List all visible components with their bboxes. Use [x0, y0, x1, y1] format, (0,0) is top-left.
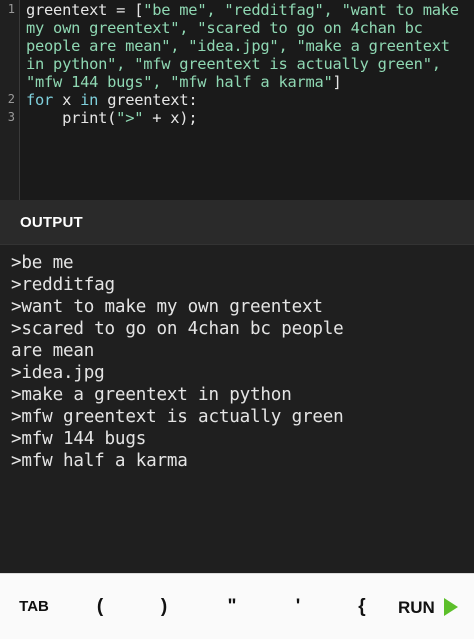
- code-line: for x in greentext:: [26, 91, 198, 109]
- output-line: >redditfag: [11, 275, 115, 295]
- play-icon: [444, 598, 458, 616]
- code-line: my own greentext", "scared to go on 4cha…: [26, 19, 423, 37]
- code-string: my own greentext", "scared to go on 4cha…: [26, 19, 423, 37]
- code-expression: + x);: [143, 109, 198, 127]
- code-string: ">": [116, 109, 144, 127]
- code-variable: greentext = [: [26, 1, 144, 19]
- output-line: >scared to go on 4chan bc people: [11, 319, 344, 339]
- double-quote-key-button[interactable]: ": [212, 574, 252, 639]
- output-line: >mfw half a karma: [11, 451, 188, 471]
- single-quote-key-button[interactable]: ': [278, 574, 318, 639]
- open-brace-key-button[interactable]: {: [342, 574, 382, 639]
- line-number: 2: [7, 92, 15, 106]
- output-line: >idea.jpg: [11, 363, 105, 383]
- code-identifier: greentext:: [98, 91, 198, 109]
- output-line: >mfw 144 bugs: [11, 429, 147, 449]
- output-line: >want to make my own greentext: [11, 297, 323, 317]
- open-paren-key-button[interactable]: (: [80, 574, 120, 639]
- code-function: print(: [26, 109, 117, 127]
- code-bracket: ]: [332, 73, 342, 91]
- output-line: are mean: [11, 341, 95, 361]
- code-string: "mfw 144 bugs", "mfw half a karma": [26, 73, 333, 91]
- code-string: in python", "mfw greentext is actually g…: [26, 55, 441, 73]
- code-string: people are mean", "idea.jpg", "make a gr…: [26, 37, 450, 55]
- code-line: people are mean", "idea.jpg", "make a gr…: [26, 37, 450, 55]
- close-paren-key-button[interactable]: ): [144, 574, 184, 639]
- run-button[interactable]: RUN: [382, 574, 474, 639]
- tab-key-button[interactable]: TAB: [6, 574, 62, 639]
- output-console: >be me >redditfag >want to make my own g…: [0, 245, 474, 573]
- code-line: in python", "mfw greentext is actually g…: [26, 55, 441, 73]
- code-keyword: for: [26, 91, 54, 109]
- code-line: "mfw 144 bugs", "mfw half a karma"]: [26, 73, 342, 91]
- output-line: >be me: [11, 253, 74, 273]
- code-editor[interactable]: 1 2 3 greentext = ["be me", "redditfag",…: [0, 0, 474, 200]
- keyboard-toolbar: TAB ( ) " ' { RUN: [0, 573, 474, 639]
- output-header: OUTPUT: [0, 200, 474, 245]
- code-line: greentext = ["be me", "redditfag", "want…: [26, 1, 459, 19]
- line-number: 1: [7, 2, 15, 16]
- code-variable: x: [53, 91, 81, 109]
- code-line: print(">" + x);: [26, 109, 198, 127]
- code-keyword: in: [80, 91, 99, 109]
- output-title: OUTPUT: [20, 214, 83, 231]
- line-number: 3: [7, 110, 15, 124]
- run-label: RUN: [398, 598, 435, 617]
- output-line: >mfw greentext is actually green: [11, 407, 344, 427]
- code-string: "be me", "redditfag", "want to make: [143, 1, 459, 19]
- output-line: >make a greentext in python: [11, 385, 292, 405]
- line-number-gutter: 1 2 3: [0, 0, 20, 200]
